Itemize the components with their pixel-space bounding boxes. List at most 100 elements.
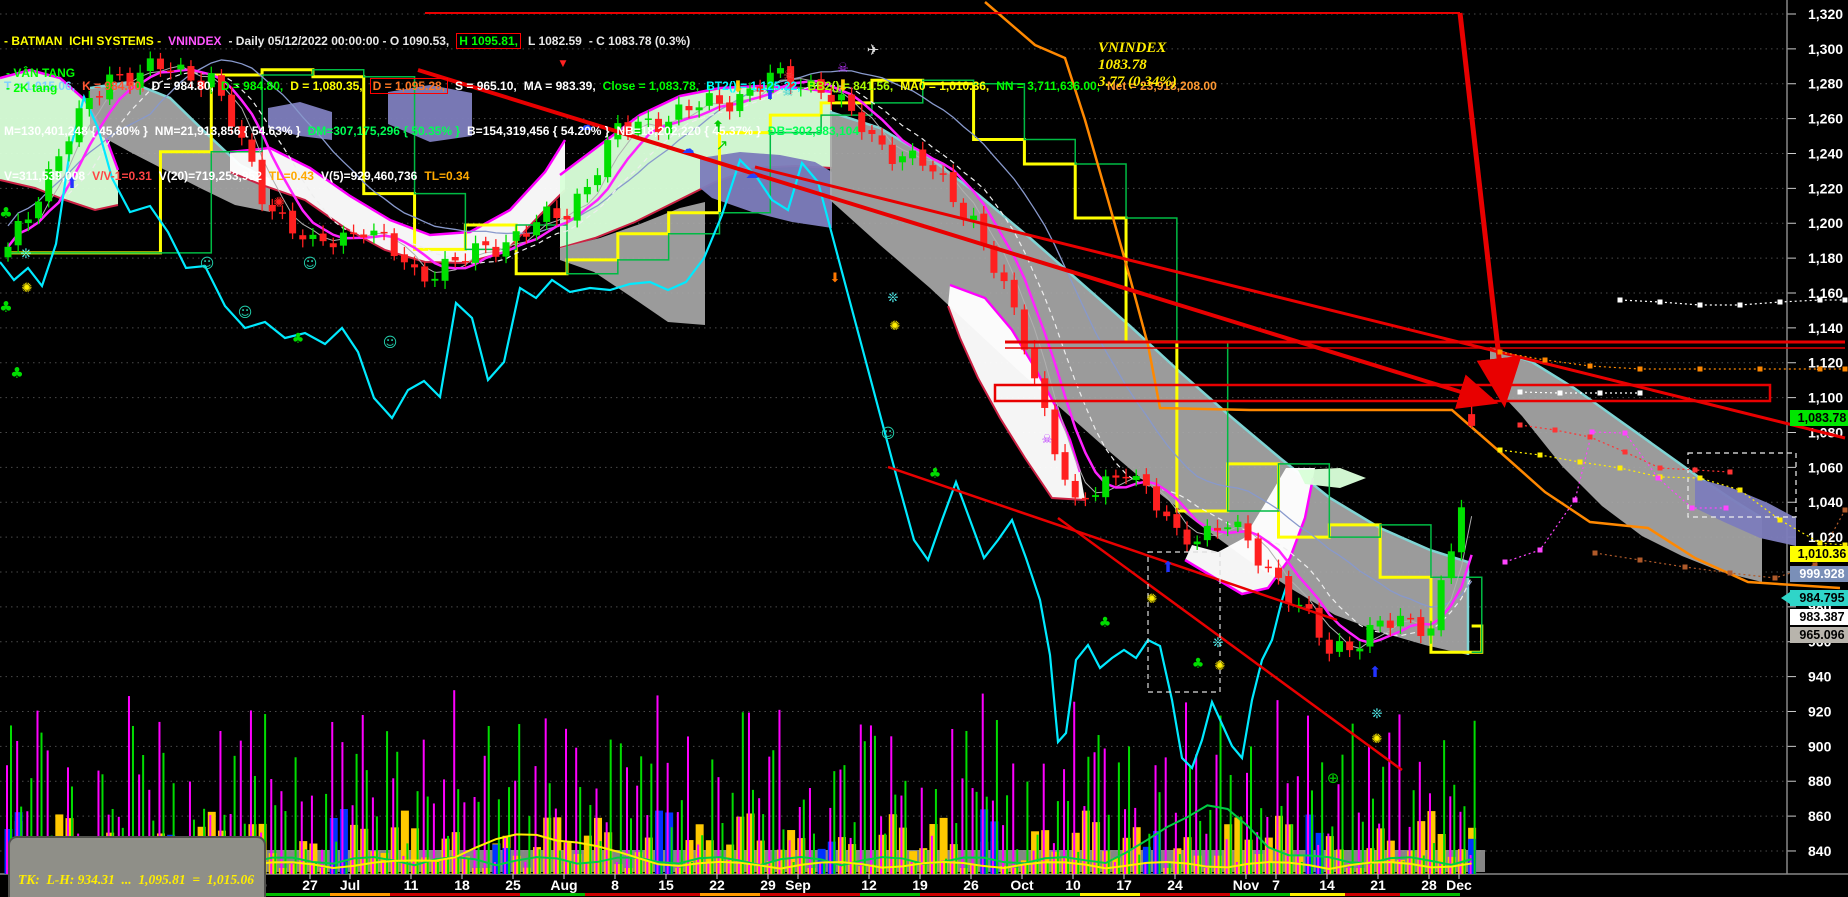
price-tag: 984.795 <box>1781 590 1848 607</box>
chart-symbol-❊: ❊ <box>888 291 899 306</box>
candle <box>431 278 439 281</box>
chart-symbol-☺: ☺ <box>200 256 215 272</box>
red-trendline-horizontal <box>425 12 1460 14</box>
candle <box>472 243 480 263</box>
candle <box>1193 541 1201 545</box>
x-axis-label: 12 <box>861 877 877 893</box>
header-token: D = 1,095.28, <box>369 78 449 94</box>
x-axis-label: 29 <box>760 877 776 893</box>
chart-symbol-♣: ♣ <box>1099 615 1112 631</box>
candle <box>4 246 12 258</box>
indicator-header: - BATMAN ICHI SYSTEMS - VNINDEX - Daily 05… <box>4 4 1224 214</box>
x-axis-label: 28 <box>1421 877 1437 893</box>
candle <box>1234 521 1242 528</box>
price-tag: 965.096 <box>1790 626 1848 643</box>
candle <box>1305 604 1313 609</box>
price-tag: 1,083.78 <box>1790 409 1848 426</box>
header-token: S = 965.10, <box>455 79 517 93</box>
header-token: V/V-1=0.31 <box>92 169 152 183</box>
x-axis-label: 22 <box>709 877 725 893</box>
header-token: D = 984.80, <box>151 79 214 93</box>
candle <box>1285 576 1293 604</box>
candle <box>329 243 337 248</box>
header-token: MA = 983.39, <box>523 79 596 93</box>
candle <box>1356 648 1364 652</box>
chart-symbol-☠: ☠ <box>1042 432 1053 446</box>
candle <box>1051 409 1059 455</box>
header-token: NM=21,913,856 { 54.63% } <box>154 124 301 138</box>
tk-range-line: TK: L-H: 934.31 ... 1,095.81 = 1,015.06 <box>18 872 255 887</box>
x-axis-label: 15 <box>658 877 674 893</box>
trend-ribbon-segment <box>1345 893 1400 896</box>
chart-symbol-✺: ✺ <box>22 281 33 296</box>
y-axis-label: 1,300 <box>1808 41 1843 57</box>
chart-window: 8408608809009209409609801,0001,0201,0401… <box>0 0 1848 897</box>
header-token: BB2() = 841.56, <box>807 79 894 93</box>
candle <box>1376 620 1384 627</box>
y-axis-label: 1,120 <box>1808 355 1843 371</box>
chart-symbol-☺: ☺ <box>238 305 253 321</box>
x-axis-label: 21 <box>1370 877 1386 893</box>
candle <box>1031 348 1039 379</box>
chart-symbol-☺: ☺ <box>303 256 318 272</box>
candle <box>319 233 327 242</box>
header-token: TL=0.34 <box>424 169 470 183</box>
y-axis-label: 1,320 <box>1808 6 1843 22</box>
signal-labels: - VÂN TANG - 2K tang <box>6 66 75 96</box>
candle <box>1142 474 1150 486</box>
candle <box>1224 527 1232 530</box>
y-axis-label: 1,200 <box>1808 215 1843 231</box>
x-axis-label: 14 <box>1319 877 1335 893</box>
indicator-line-3: V=311,539,008 V/V-1=0.31 V(20)=719,253,952… <box>4 169 1224 184</box>
candle <box>400 254 408 263</box>
y-axis-label: 940 <box>1808 669 1832 685</box>
candle <box>1254 538 1262 566</box>
chart-symbol-⊕: ⊕ <box>1327 769 1340 787</box>
candle <box>299 235 307 240</box>
header-token: B=154,319,456 { 54.20% } <box>467 124 610 138</box>
y-axis-label: 1,040 <box>1808 494 1843 510</box>
price-annotation: VNINDEX 1083.78 3.77 (0.34%) <box>1098 40 1177 91</box>
candle <box>1203 525 1211 541</box>
x-axis-label: Sep <box>785 877 811 893</box>
x-axis-label: 26 <box>963 877 979 893</box>
header-token: TL=0.43 <box>268 169 314 183</box>
header-token: Close = 1,083.78, <box>602 79 700 93</box>
candle <box>24 219 32 224</box>
candle <box>289 210 297 234</box>
candle <box>339 232 347 246</box>
x-axis-label: 10 <box>1065 877 1081 893</box>
trend-ribbon-segment <box>920 893 1000 896</box>
header-token: ĐM=307,175,296 { 50.35% } <box>307 124 461 138</box>
trend-ribbon-segment <box>860 893 920 896</box>
y-axis-label: 1,260 <box>1808 111 1843 127</box>
title-line: - BATMAN ICHI SYSTEMS - VNINDEX - Daily 05… <box>4 33 1224 49</box>
y-axis-label: 1,240 <box>1808 145 1843 161</box>
candle <box>1468 414 1476 426</box>
candle <box>1417 617 1425 636</box>
candle <box>350 232 358 235</box>
candle <box>1214 527 1222 531</box>
candle <box>1061 452 1069 480</box>
trend-ribbon-segment <box>330 893 390 896</box>
candle <box>370 230 378 236</box>
trend-ribbon-segment <box>1290 893 1345 896</box>
x-axis-label: 18 <box>454 877 470 893</box>
header-token: H 1095.81, <box>456 33 521 49</box>
trend-ribbon-segment <box>1080 893 1140 896</box>
x-axis-label: Aug <box>550 877 577 893</box>
candle <box>1437 580 1445 631</box>
y-axis-label: 1,160 <box>1808 285 1843 301</box>
y-axis-label: 860 <box>1808 808 1832 824</box>
annotation-symbol: VNINDEX <box>1098 40 1167 56</box>
chart-symbol-✺: ✺ <box>890 319 901 334</box>
indicator-line-2: M=130,401,248 { 45.80% } NM=21,913,856 { … <box>4 124 1224 139</box>
candle <box>1020 309 1028 350</box>
candle <box>502 242 510 257</box>
chart-symbol-⬇: ⬇ <box>830 271 841 286</box>
candle <box>1183 529 1191 545</box>
candle <box>1427 628 1435 636</box>
header-token: - BATMAN ICHI SYSTEMS - <box>4 34 162 48</box>
x-axis-label: 7 <box>1272 877 1280 893</box>
candle <box>1122 476 1130 479</box>
